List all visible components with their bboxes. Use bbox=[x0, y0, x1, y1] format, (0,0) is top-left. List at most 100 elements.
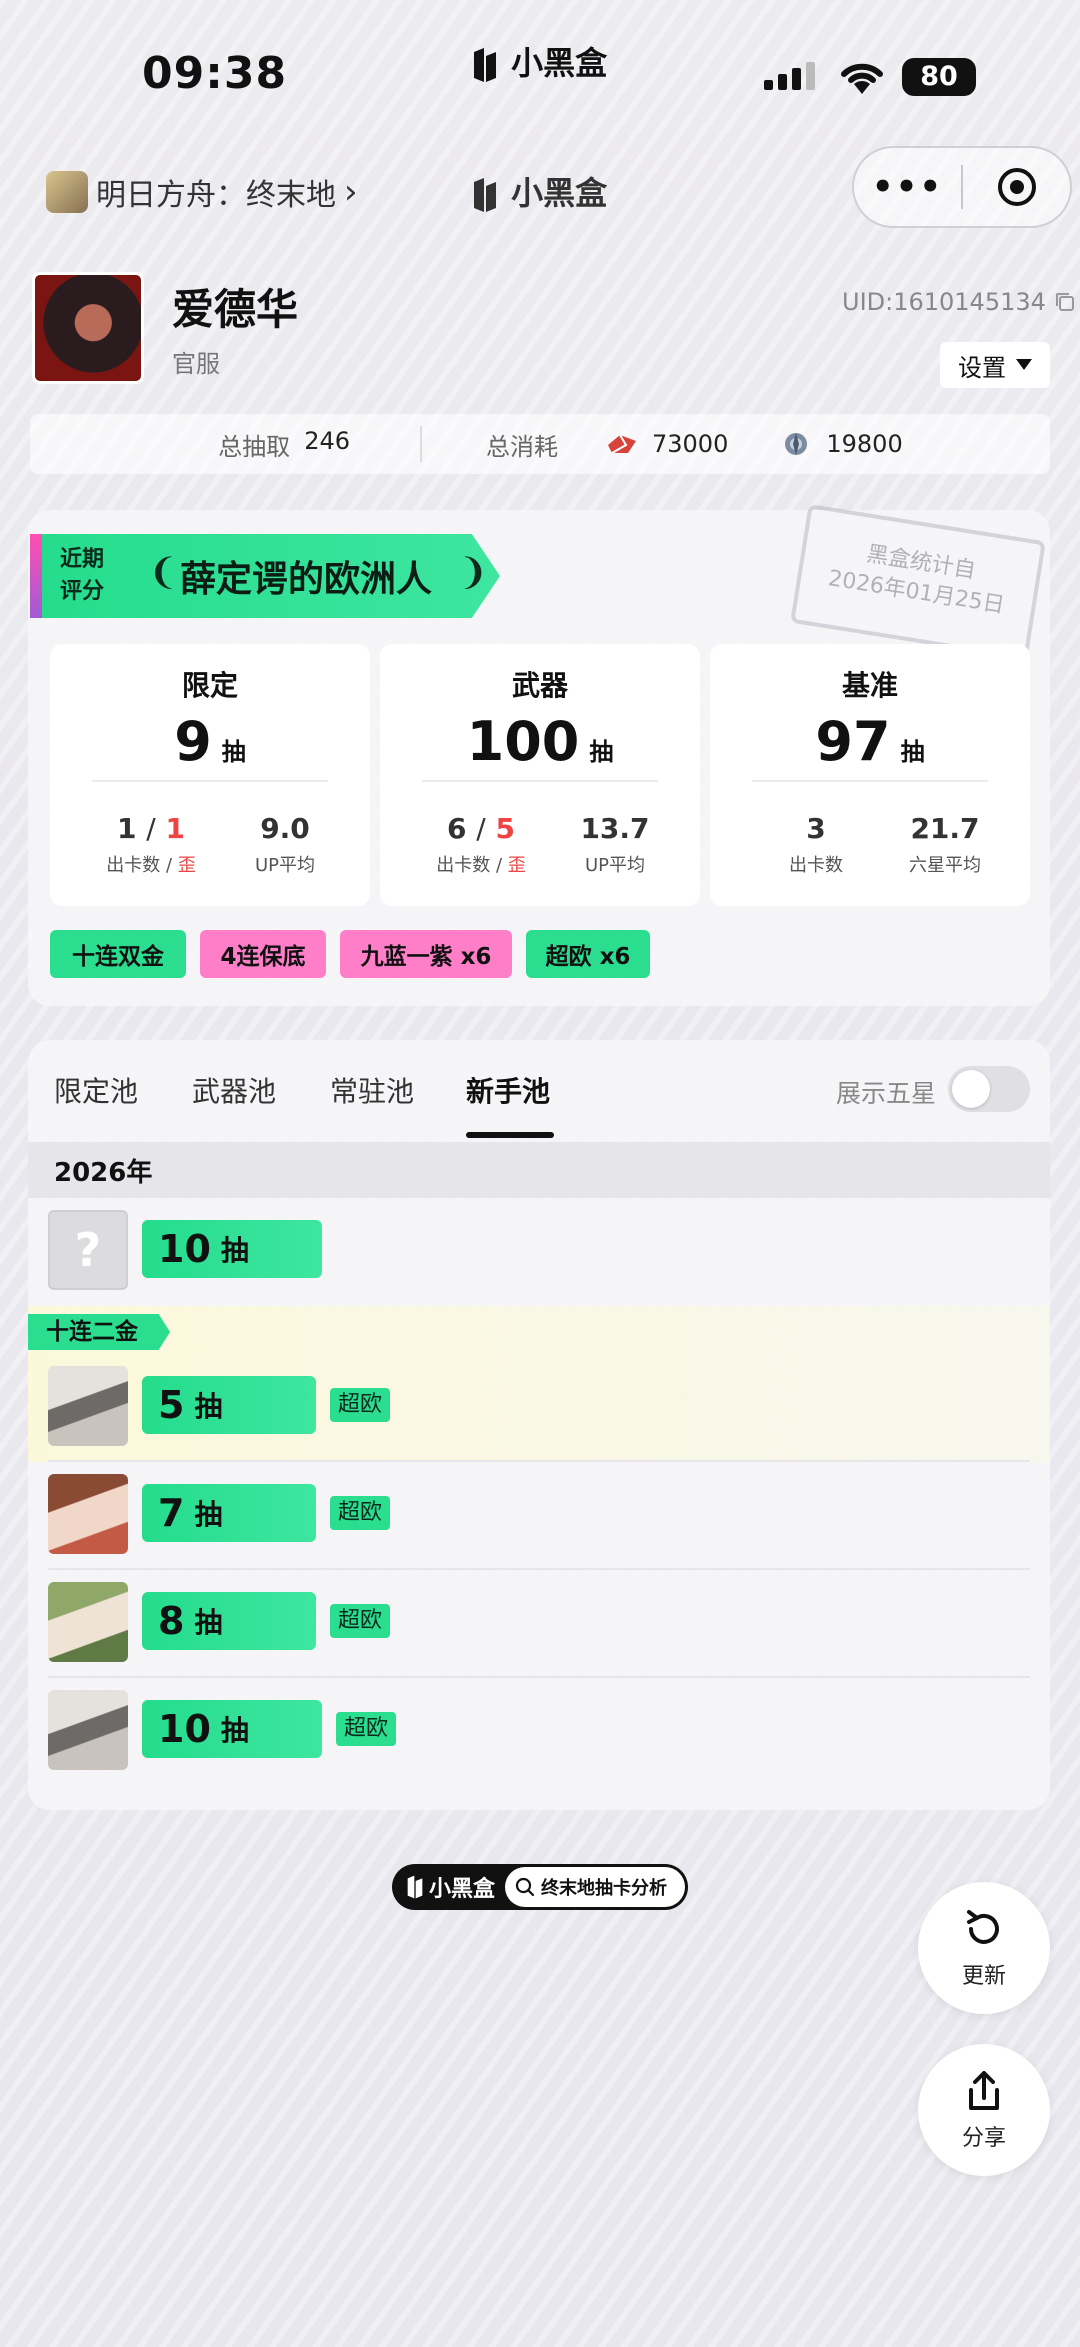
off-rate-label: 歪 bbox=[507, 855, 526, 876]
tab-limited-pool[interactable]: 限定池 bbox=[54, 1070, 138, 1110]
cards-label: 出卡数 bbox=[789, 855, 843, 876]
total-cost-label: 总消耗 bbox=[486, 432, 558, 461]
uid-copy[interactable]: UID:1610145134 bbox=[842, 288, 1076, 316]
pool-count-number: 9 bbox=[174, 710, 212, 773]
year-label: 2026年 bbox=[54, 1158, 153, 1188]
status-time: 09:38 bbox=[142, 48, 288, 99]
chevron-right-icon: › bbox=[344, 172, 358, 212]
close-miniapp-button[interactable] bbox=[963, 166, 1070, 208]
wifi-icon bbox=[836, 58, 888, 100]
rating-label-line2: 评分 bbox=[60, 579, 105, 604]
row-divider bbox=[48, 1568, 1030, 1570]
avg-value: 21.7 bbox=[910, 812, 980, 845]
rating-title: 薛定谔的欧洲人 bbox=[180, 559, 433, 600]
pool-count: 97 抽 bbox=[710, 710, 1030, 773]
pool-stat-cards: 1 / 1 出卡数 / 歪 bbox=[76, 812, 226, 877]
pool-title: 武器 bbox=[511, 669, 568, 702]
total-pulls-label: 总抽取 bbox=[218, 432, 291, 461]
pull-unit: 抽 bbox=[220, 1714, 249, 1747]
lucky-badge: 超欧 bbox=[330, 1388, 391, 1422]
tab-novice-pool[interactable]: 新手池 bbox=[466, 1070, 550, 1110]
footer-brand-pill: 小黑盒 终末地抽卡分析 bbox=[392, 1864, 688, 1910]
pull-count: 10 bbox=[158, 1227, 211, 1271]
pool-count-unit: 抽 bbox=[589, 738, 614, 766]
stat-sep: / bbox=[146, 812, 156, 845]
pool-card-weapon[interactable]: 武器 100 抽 6 / 5 出卡数 / 歪 13.7 UP平均 bbox=[380, 644, 700, 906]
rating-label-line1: 近期 bbox=[60, 547, 105, 572]
refresh-icon bbox=[967, 1910, 999, 1944]
pool-count-unit: 抽 bbox=[900, 738, 925, 766]
pool-count-number: 100 bbox=[466, 710, 580, 773]
ten-pull-two-gold-tag: 十连二金 bbox=[28, 1314, 170, 1350]
target-icon bbox=[997, 168, 1036, 206]
character-avatar bbox=[48, 1474, 128, 1554]
off-rate-count: 5 bbox=[495, 812, 515, 845]
footer-app-name: 终末地抽卡分析 bbox=[541, 1878, 668, 1899]
pool-stat-cards: 3 出卡数 bbox=[756, 812, 876, 877]
pool-count: 100 抽 bbox=[380, 710, 700, 773]
search-icon bbox=[515, 1877, 535, 1897]
off-rate-label: 歪 bbox=[177, 855, 196, 876]
laurel-left-icon: ❨ bbox=[148, 552, 179, 593]
pool-stat-average: 21.7 六星平均 bbox=[880, 812, 1010, 877]
achievement-tag: 4连保底 bbox=[200, 930, 326, 978]
brand-logo-icon bbox=[474, 178, 496, 212]
character-avatar bbox=[48, 1690, 128, 1770]
achievement-tag: 十连双金 bbox=[50, 930, 186, 978]
divider bbox=[752, 780, 988, 782]
resource2-value: 19800 bbox=[826, 430, 903, 458]
share-icon bbox=[969, 2071, 999, 2110]
server-label: 官服 bbox=[172, 350, 220, 378]
footer-app-search: 终末地抽卡分析 bbox=[505, 1867, 685, 1907]
battery-indicator: 80 bbox=[902, 58, 976, 96]
pool-card-limited[interactable]: 限定 9抽 1 / 1 出卡数 / 歪 9.0 UP平均 bbox=[50, 644, 370, 906]
settings-button[interactable]: 设置 bbox=[940, 342, 1050, 388]
nav-brand: 小黑盒 bbox=[470, 168, 607, 214]
cards-count: 3 bbox=[806, 812, 826, 845]
achievement-tag: 超欧 x6 bbox=[526, 930, 650, 978]
avg-value: 13.7 bbox=[580, 812, 650, 845]
lucky-badge: 超欧 bbox=[336, 1712, 397, 1746]
pull-count-bar: 7抽 bbox=[142, 1484, 316, 1542]
more-button[interactable]: ••• bbox=[854, 167, 961, 207]
cards-count: 1 bbox=[117, 812, 137, 845]
refresh-button[interactable]: 更新 bbox=[918, 1882, 1050, 2014]
pull-count-bar: 10 抽 bbox=[142, 1220, 322, 1278]
miniapp-capsule: ••• bbox=[852, 146, 1072, 228]
cellular-signal-icon bbox=[764, 62, 820, 98]
status-brand-text: 小黑盒 bbox=[511, 44, 608, 82]
lucky-badge: 超欧 bbox=[330, 1604, 391, 1638]
pool-stat-average: 13.7 UP平均 bbox=[550, 812, 680, 877]
originium-icon bbox=[608, 434, 636, 454]
game-icon bbox=[46, 171, 88, 213]
brand-logo-icon bbox=[474, 48, 496, 82]
pull-count: 8 bbox=[158, 1599, 185, 1643]
refresh-label: 更新 bbox=[961, 1964, 1006, 1989]
toggle-knob bbox=[952, 1070, 990, 1108]
pool-card-standard[interactable]: 基准 97 抽 3 出卡数 21.7 六星平均 bbox=[710, 644, 1030, 906]
footer-brand-text: 小黑盒 bbox=[429, 1877, 496, 1902]
achievement-tag: 九蓝一紫 x6 bbox=[340, 930, 512, 978]
tab-standard-pool[interactable]: 常驻池 bbox=[330, 1070, 414, 1110]
game-name: 明日方舟：终末地 bbox=[96, 178, 336, 213]
uid-text: UID:1610145134 bbox=[842, 288, 1046, 316]
cards-label: 出卡数 / bbox=[106, 855, 178, 876]
nav-brand-text: 小黑盒 bbox=[511, 174, 608, 212]
pull-unit: 抽 bbox=[220, 1234, 249, 1267]
row-divider bbox=[48, 1460, 1030, 1462]
pool-count: 9抽 bbox=[50, 710, 370, 773]
avg-label: 六星平均 bbox=[909, 855, 981, 876]
share-label: 分享 bbox=[961, 2126, 1006, 2151]
active-tab-indicator bbox=[466, 1132, 554, 1138]
tab-weapon-pool[interactable]: 武器池 bbox=[192, 1070, 276, 1110]
avg-label: UP平均 bbox=[254, 855, 316, 876]
cards-count: 6 bbox=[447, 812, 467, 845]
share-button[interactable]: 分享 bbox=[918, 2044, 1050, 2176]
pool-count-unit: 抽 bbox=[221, 738, 246, 766]
lucky-badge: 超欧 bbox=[330, 1496, 391, 1530]
avg-label: UP平均 bbox=[584, 855, 646, 876]
crystal-icon bbox=[785, 433, 808, 455]
game-switcher[interactable]: 明日方舟：终末地 › bbox=[46, 170, 358, 214]
pool-count-number: 97 bbox=[815, 710, 891, 773]
cards-label: 出卡数 / bbox=[436, 855, 508, 876]
